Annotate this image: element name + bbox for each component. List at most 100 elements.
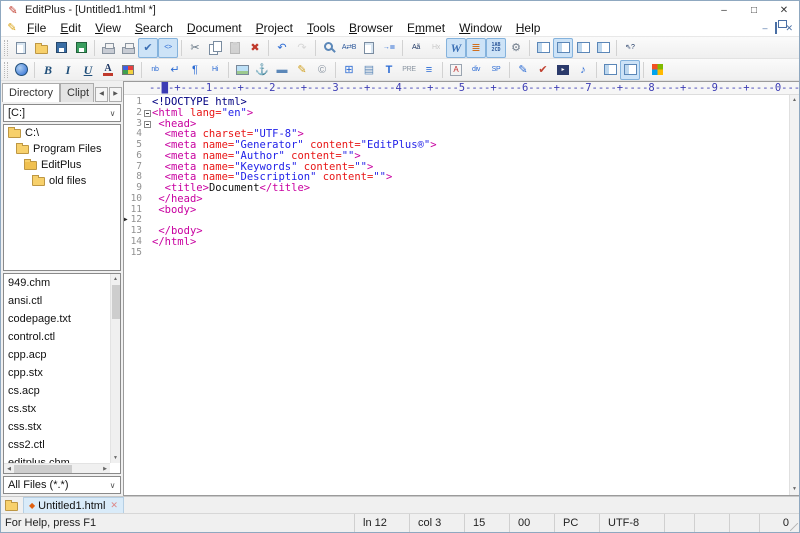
font-button[interactable]: Aã (406, 38, 426, 58)
toolbar-grip[interactable] (4, 62, 8, 78)
editor-vscrollbar[interactable]: ▲ ▼ (789, 95, 799, 495)
open-file-button[interactable] (31, 38, 51, 58)
underline-button[interactable]: U (78, 60, 98, 80)
code-area[interactable]: 1<!DOCTYPE html>2<html lang="en">3 <head… (124, 95, 799, 495)
insert-table-button[interactable]: ⊞ (339, 60, 359, 80)
menu-view[interactable]: View (88, 19, 128, 37)
edit-template-button[interactable]: ✎ (292, 60, 312, 80)
toolbar-grip[interactable] (4, 40, 8, 56)
paragraph-button[interactable]: ¶ (185, 60, 205, 80)
menu-document[interactable]: Document (180, 19, 249, 37)
print-button[interactable] (118, 38, 138, 58)
fold-collapse-icon[interactable] (144, 110, 151, 117)
menu-tools[interactable]: Tools (300, 19, 342, 37)
file-item-ansi-ctl[interactable]: ansi.ctl (4, 292, 120, 310)
code-line-2[interactable]: 2<html lang="en"> (124, 108, 799, 119)
color-palette-button[interactable] (118, 60, 138, 80)
fold-column[interactable] (143, 119, 152, 130)
toggle-browser-window-button[interactable] (593, 38, 613, 58)
file-item-css-stx[interactable]: css.stx (4, 418, 120, 436)
toggle-cliptext-window-button[interactable] (553, 38, 573, 58)
tree-item-editplus[interactable]: EditPlus (4, 157, 120, 173)
goto-line-button[interactable]: →≣ (379, 38, 399, 58)
insert-form-button[interactable]: ▤ (359, 60, 379, 80)
file-manager-button[interactable] (3, 497, 19, 513)
html-tags-button[interactable]: <> (158, 38, 178, 58)
editor-pane[interactable]: --█-+----1----+----2----+----3----+----4… (123, 81, 799, 496)
undo-button[interactable]: ↶ (272, 38, 292, 58)
tab-close-icon[interactable]: ✕ (110, 500, 118, 511)
code-line-12[interactable]: ▶12 (124, 215, 799, 226)
code-line-13[interactable]: 13 </body> (124, 226, 799, 237)
menu-edit[interactable]: Edit (53, 19, 88, 37)
menu-emmet[interactable]: Emmet (400, 19, 452, 37)
delete-button[interactable]: ✖ (245, 38, 265, 58)
word-wrap-button[interactable]: W (446, 38, 466, 58)
scroll-up-icon[interactable]: ▲ (790, 95, 799, 106)
insert-image-button[interactable] (232, 60, 252, 80)
copyright-button[interactable]: © (312, 60, 332, 80)
toggle-directory-window-button[interactable] (533, 38, 553, 58)
preformatted-button[interactable]: PRE (399, 60, 419, 80)
code-line-10[interactable]: 10 </head> (124, 194, 799, 205)
line-numbers-button[interactable]: 1AB 2CD (486, 38, 506, 58)
menu-browser[interactable]: Browser (342, 19, 400, 37)
scroll-down-icon[interactable]: ▼ (111, 453, 120, 463)
tree-item-program-files[interactable]: Program Files (4, 141, 120, 157)
drive-select[interactable]: [C:] ∨ (3, 104, 121, 122)
context-help-button[interactable]: ⇖? (620, 38, 640, 58)
view-in-browser-button[interactable] (11, 60, 31, 80)
anchor-button[interactable]: ⚓ (252, 60, 272, 80)
file-item-cs-stx[interactable]: cs.stx (4, 400, 120, 418)
find-in-files-button[interactable] (359, 38, 379, 58)
line-break-button[interactable]: ↵ (165, 60, 185, 80)
file-item-css2-ctl[interactable]: css2.ctl (4, 436, 120, 454)
scroll-up-icon[interactable]: ▲ (111, 274, 120, 284)
minimize-button[interactable]: – (709, 1, 739, 19)
redo-button[interactable]: ↷ (292, 38, 312, 58)
spell-check-button[interactable]: ✔ (138, 38, 158, 58)
cut-button[interactable]: ✂ (185, 38, 205, 58)
heading-button[interactable]: Hi (205, 60, 225, 80)
copy-button[interactable] (205, 38, 225, 58)
validate-button[interactable]: ✔ (533, 60, 553, 80)
file-item-cs-acp[interactable]: cs.acp (4, 382, 120, 400)
file-filter-select[interactable]: All Files (*.*) ∨ (3, 476, 121, 494)
center-text-button[interactable]: T (379, 60, 399, 80)
code-line-11[interactable]: 11 <body> (124, 205, 799, 216)
auto-indent-button[interactable]: ≣ (466, 38, 486, 58)
tab-scroll-right-icon[interactable]: ▶ (109, 87, 122, 102)
print-preview-button[interactable] (98, 38, 118, 58)
toggle-panel-a-button[interactable] (600, 60, 620, 80)
scroll-down-icon[interactable]: ▼ (790, 484, 799, 495)
menu-file[interactable]: File (20, 19, 53, 37)
insert-media-button[interactable]: ▸ (553, 60, 573, 80)
file-item-control-ctl[interactable]: control.ctl (4, 328, 120, 346)
save-all-button[interactable] (71, 38, 91, 58)
menu-search[interactable]: Search (128, 19, 180, 37)
font-color-button[interactable]: A (98, 60, 118, 80)
file-item-codepage-txt[interactable]: codepage.txt (4, 310, 120, 328)
toggle-output-window-button[interactable] (573, 38, 593, 58)
bold-button[interactable]: B (38, 60, 58, 80)
insert-list-button[interactable]: ≡ (419, 60, 439, 80)
tree-item-c-[interactable]: C:\ (4, 125, 120, 141)
italic-button[interactable]: I (58, 60, 78, 80)
paste-button[interactable] (225, 38, 245, 58)
toggle-panel-b-button[interactable] (620, 60, 640, 80)
file-item-cpp-acp[interactable]: cpp.acp (4, 346, 120, 364)
horizontal-rule-button[interactable]: ▬ (272, 60, 292, 80)
maximize-button[interactable]: □ (739, 1, 769, 19)
scroll-thumb[interactable] (14, 465, 72, 473)
tab-scroll-left-icon[interactable]: ◀ (95, 87, 108, 102)
doc-tab-untitled1[interactable]: ◆ Untitled1.html ✕ (23, 497, 124, 513)
code-line-14[interactable]: 14</html> (124, 237, 799, 248)
div-tag-button[interactable]: div (466, 60, 486, 80)
new-file-button[interactable] (11, 38, 31, 58)
resize-grip[interactable] (790, 523, 798, 531)
hex-view-button[interactable]: Hx (426, 38, 446, 58)
replace-button[interactable]: A⇄B (339, 38, 359, 58)
tab-cliptext[interactable]: Clipt (60, 83, 94, 102)
span-tag-button[interactable]: A (446, 60, 466, 80)
find-button[interactable] (319, 38, 339, 58)
